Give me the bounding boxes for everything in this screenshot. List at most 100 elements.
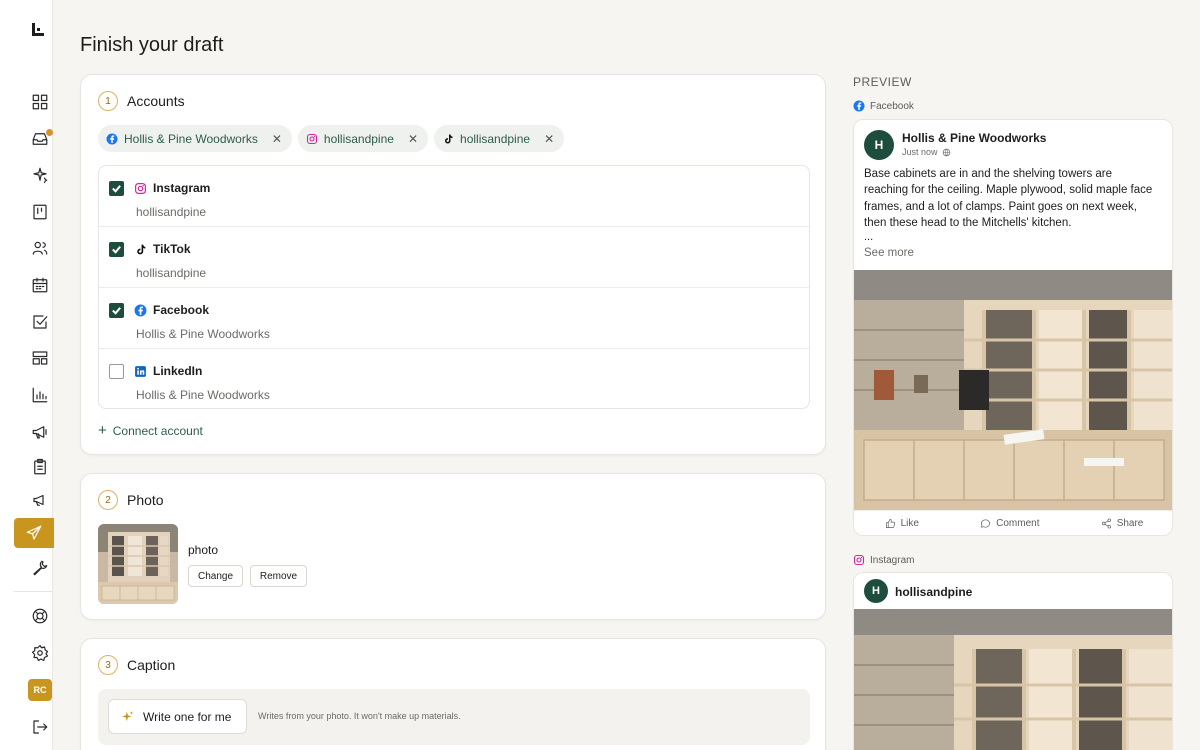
user-avatar[interactable]: RC [28,679,52,701]
tiktok-icon [445,134,453,143]
platform-tag-label: Instagram [870,554,915,566]
logo-icon[interactable] [30,22,46,38]
platform-name: LinkedIn [153,364,203,378]
megaphone-small-icon[interactable] [28,488,52,512]
step-number: 3 [98,655,118,675]
remove-chip-icon[interactable]: ✕ [544,132,554,146]
preview-ellipsis: ... [864,231,874,243]
preview-account-name: hollisandpine [895,585,973,599]
platform-name: TikTok [153,242,191,256]
calendar-icon[interactable] [28,273,52,297]
photo-header: 2 Photo [98,490,164,510]
tiktok-icon [137,244,146,254]
share-action[interactable]: Share [1101,518,1144,529]
account-row-instagram[interactable]: Instagram hollisandpine [99,166,809,227]
preview-post-image [854,609,1172,750]
remove-photo-button[interactable]: Remove [250,565,307,587]
instagram-icon [853,554,865,566]
chip-label: hollisandpine [323,131,394,146]
account-checkbox[interactable] [109,303,124,318]
thumbs-up-icon [885,519,895,528]
write-caption-button[interactable]: Write one for me [108,699,247,734]
clipboard-icon[interactable] [28,455,52,479]
account-chip-tiktok[interactable]: hollisandpine ✕ [434,125,565,152]
board-icon[interactable] [28,200,52,224]
send-icon[interactable] [14,518,54,548]
account-handle: hollisandpine [136,266,207,280]
see-more-link[interactable]: See more [864,247,914,259]
sparkle-icon[interactable] [28,163,52,187]
step-number: 1 [98,91,118,111]
preview-page-name: Hollis & Pine Woodworks [902,131,1047,145]
platform-tag-label: Facebook [870,100,914,112]
caption-assist-box: Write one for me Writes from your photo.… [98,689,810,745]
account-platform: LinkedIn [134,364,202,378]
sidebar: RC [0,0,54,750]
change-photo-button[interactable]: Change [188,565,243,587]
connect-account-link[interactable]: + Connect account [98,422,203,439]
sparkle-icon [122,710,134,721]
instagram-preview-card: H hollisandpine [853,572,1173,750]
account-handle: Hollis & Pine Woodworks [136,327,270,341]
sidebar-divider [14,591,53,592]
section-title: Accounts [127,93,185,109]
platform-name: Instagram [153,181,211,195]
share-icon [1101,518,1111,529]
page-title: Finish your draft [80,34,224,56]
section-title: Photo [127,492,164,508]
connect-account-label: Connect account [112,424,203,438]
chart-icon[interactable] [28,383,52,407]
account-handle: hollisandpine [136,205,207,219]
preview-post-text: Base cabinets are in and the shelving to… [864,168,1153,229]
accounts-card: 1 Accounts Hollis & Pine Woodworks ✕ hol… [80,74,826,455]
caption-card: 3 Caption Write one for me Writes from y… [80,638,826,750]
account-row-tiktok[interactable]: TikTok hollisandpine [99,227,809,288]
account-checkbox[interactable] [109,364,124,379]
account-checkbox[interactable] [109,242,124,257]
timestamp-text: Just now [902,147,938,157]
facebook-icon [134,304,147,316]
like-action[interactable]: Like [885,518,919,529]
account-chip-facebook[interactable]: Hollis & Pine Woodworks ✕ [98,125,292,152]
plus-icon: + [98,422,107,439]
megaphone-icon[interactable] [28,420,52,444]
wrench-icon[interactable] [28,556,52,580]
instagram-icon [135,182,146,194]
remove-chip-icon[interactable]: ✕ [272,132,282,146]
comment-action[interactable]: Comment [980,518,1040,529]
layout-icon[interactable] [28,346,52,370]
account-platform: Instagram [134,181,210,195]
preview-facebook-tag: Facebook [853,100,914,112]
dashboard-icon[interactable] [28,90,52,114]
globe-icon [942,148,950,156]
linkedin-icon [135,365,146,377]
account-chip-instagram[interactable]: hollisandpine ✕ [297,125,429,152]
like-label: Like [900,518,919,529]
share-label: Share [1116,518,1144,529]
caption-header: 3 Caption [98,655,175,675]
logout-icon[interactable] [28,715,52,739]
account-list: Instagram hollisandpine TikTok hollisand… [98,165,810,409]
photo-card: 2 Photo photo Change Remove [80,473,826,620]
instagram-icon [306,133,317,144]
preview-post-image [854,270,1172,510]
preview-actions: Like Comment Share [854,510,1172,535]
notification-dot [46,129,53,136]
preview-instagram-tag: Instagram [853,554,914,566]
remove-chip-icon[interactable]: ✕ [408,132,418,146]
account-row-linkedin[interactable]: LinkedIn Hollis & Pine Woodworks [99,349,809,410]
people-icon[interactable] [28,236,52,260]
facebook-icon [853,100,865,112]
photo-thumbnail[interactable] [98,524,178,604]
accounts-header: 1 Accounts [98,91,185,111]
account-handle: Hollis & Pine Woodworks [136,388,270,402]
account-checkbox[interactable] [109,181,124,196]
gear-icon[interactable] [28,641,52,665]
account-platform: Facebook [134,303,209,317]
check-square-icon[interactable] [28,310,52,334]
caption-hint: Writes from your photo. It won't make up… [258,711,461,721]
section-title: Caption [127,657,176,673]
account-row-facebook[interactable]: Facebook Hollis & Pine Woodworks [99,288,809,349]
help-icon[interactable] [28,604,52,628]
chip-label: hollisandpine [460,131,531,146]
